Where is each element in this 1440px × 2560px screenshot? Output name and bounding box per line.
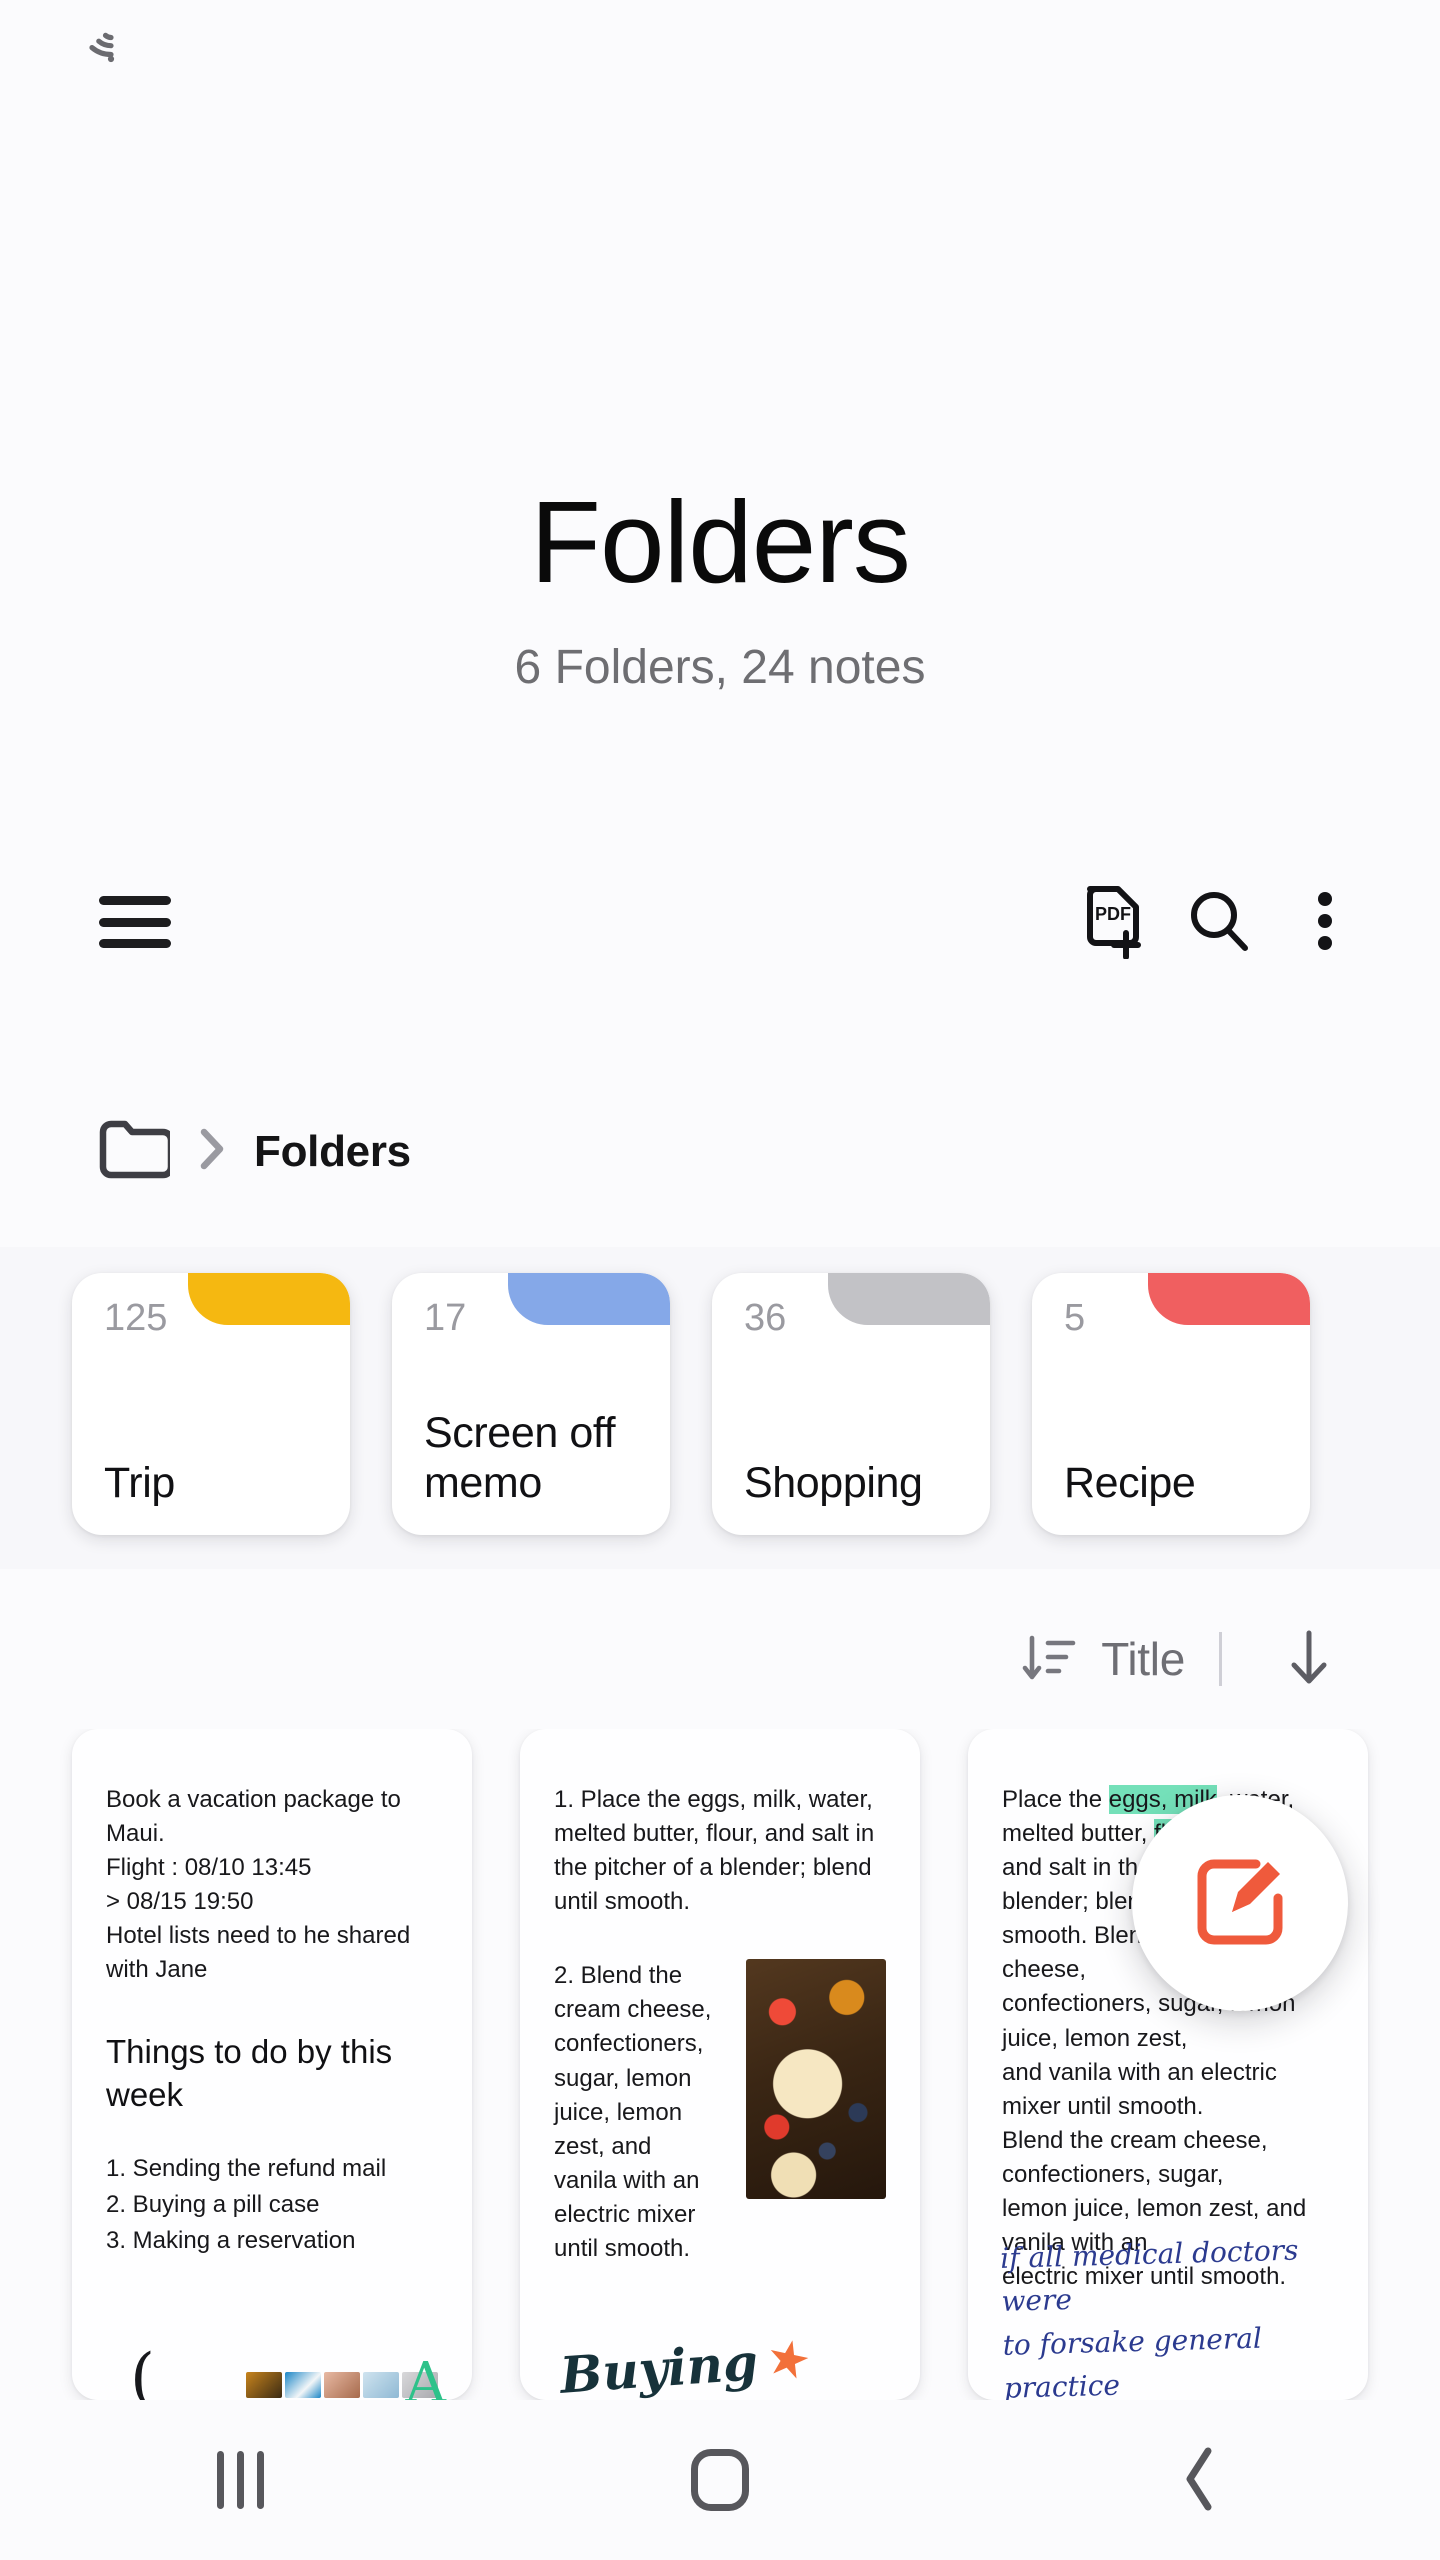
folder-tab bbox=[1148, 1273, 1310, 1325]
hamburger-menu-icon bbox=[99, 896, 171, 948]
folder-name: Screen off memo bbox=[424, 1409, 616, 1508]
folder-tab bbox=[828, 1273, 990, 1325]
folder-count: 125 bbox=[104, 1297, 168, 1339]
folder-card-trip[interactable]: 125 Trip bbox=[72, 1273, 350, 1535]
pdf-add-icon: PDF bbox=[1082, 883, 1144, 962]
folder-name: Shopping bbox=[744, 1459, 923, 1508]
star-icon: ★ bbox=[760, 2327, 817, 2392]
green-handwriting-mark: A bbox=[405, 2351, 446, 2401]
handwritten-word: Buying bbox=[558, 2332, 760, 2400]
pdf-add-button[interactable]: PDF bbox=[1060, 869, 1166, 975]
folder-count: 5 bbox=[1064, 1297, 1086, 1339]
folder-card-screen-off-memo[interactable]: 17 Screen off memo bbox=[392, 1273, 670, 1535]
note-step-2: 2. Blend the cream cheese, confectioners… bbox=[554, 1962, 712, 2262]
more-options-button[interactable] bbox=[1272, 869, 1378, 975]
note-list: 1. Sending the refund mail 2. Buying a p… bbox=[106, 2155, 387, 2255]
page-subtitle: 6 Folders, 24 notes bbox=[514, 641, 926, 694]
sort-icon bbox=[1021, 1632, 1077, 1687]
thumbnail bbox=[363, 2372, 399, 2398]
note-card[interactable]: Book a vacation package to Maui. Flight … bbox=[72, 1729, 472, 2400]
search-button[interactable] bbox=[1166, 869, 1272, 975]
recents-button[interactable] bbox=[150, 2420, 330, 2540]
note-step-1: 1. Place the eggs, milk, water, melted b… bbox=[554, 1786, 875, 1916]
status-bar bbox=[0, 0, 1440, 92]
note-heading: Things to do by this week bbox=[106, 2033, 393, 2114]
folder-card-shopping[interactable]: 36 Shopping bbox=[712, 1273, 990, 1535]
note-body-with-photo: 2. Blend the cream cheese, confectioners… bbox=[554, 1959, 886, 2266]
recipe-photo bbox=[746, 1959, 886, 2200]
sort-by-button[interactable]: Title bbox=[1021, 1632, 1185, 1687]
folder-name: Recipe bbox=[1064, 1459, 1196, 1508]
thumbnail bbox=[246, 2372, 282, 2398]
folder-list: 125 Trip 17 Screen off memo 36 Shopping … bbox=[0, 1247, 1440, 1569]
back-button[interactable] bbox=[1110, 2420, 1290, 2540]
recents-icon bbox=[216, 2451, 264, 2509]
handwritten-buying-mark: Buying ★ bbox=[558, 2327, 816, 2400]
home-button[interactable] bbox=[630, 2420, 810, 2540]
breadcrumb-label: Folders bbox=[254, 1126, 411, 1176]
handwriting-mark: ( bbox=[130, 2341, 155, 2400]
more-options-icon bbox=[1314, 885, 1336, 960]
compose-note-fab[interactable] bbox=[1132, 1795, 1348, 2011]
notes-grid: Book a vacation package to Maui. Flight … bbox=[0, 1729, 1440, 2400]
breadcrumb[interactable]: Folders bbox=[0, 1118, 1440, 1185]
toolbar: PDF bbox=[0, 852, 1440, 992]
arrow-down-icon bbox=[1283, 1627, 1335, 1692]
sort-row: Title bbox=[0, 1613, 1440, 1705]
search-icon bbox=[1183, 885, 1255, 960]
hamburger-menu-button[interactable] bbox=[82, 869, 188, 975]
thumbnail bbox=[285, 2372, 321, 2398]
home-icon bbox=[691, 2449, 749, 2511]
folder-icon[interactable] bbox=[96, 1118, 175, 1185]
compose-note-icon bbox=[1188, 1850, 1292, 1957]
folder-name: Trip bbox=[104, 1459, 175, 1508]
page-title: Folders bbox=[530, 477, 911, 607]
note-attachments: ( A bbox=[106, 2304, 452, 2400]
note-text-pre: Place the bbox=[1002, 1786, 1109, 1813]
folder-card-recipe[interactable]: 5 Recipe bbox=[1032, 1273, 1310, 1535]
notes-app-screen: Folders 6 Folders, 24 notes PDF Folders … bbox=[0, 0, 1440, 2560]
sort-direction-button[interactable] bbox=[1256, 1606, 1362, 1712]
folder-tab bbox=[508, 1273, 670, 1325]
back-icon bbox=[1178, 2443, 1222, 2518]
note-body: Book a vacation package to Maui. Flight … bbox=[106, 1786, 411, 1984]
wifi-icon bbox=[88, 28, 134, 64]
svg-text:PDF: PDF bbox=[1095, 904, 1131, 924]
system-navigation-bar bbox=[0, 2400, 1440, 2560]
sort-divider bbox=[1219, 1632, 1222, 1686]
thumbnail bbox=[324, 2372, 360, 2398]
folder-count: 17 bbox=[424, 1297, 467, 1339]
folder-count: 36 bbox=[744, 1297, 787, 1339]
handwritten-note-text: if all medical doctors were to forsake g… bbox=[999, 2233, 1299, 2400]
sort-label: Title bbox=[1101, 1633, 1185, 1685]
folder-tab bbox=[188, 1273, 350, 1325]
note-card[interactable]: 1. Place the eggs, milk, water, melted b… bbox=[520, 1729, 920, 2400]
chevron-right-icon bbox=[196, 1124, 228, 1179]
header-block: Folders 6 Folders, 24 notes bbox=[0, 92, 1440, 692]
